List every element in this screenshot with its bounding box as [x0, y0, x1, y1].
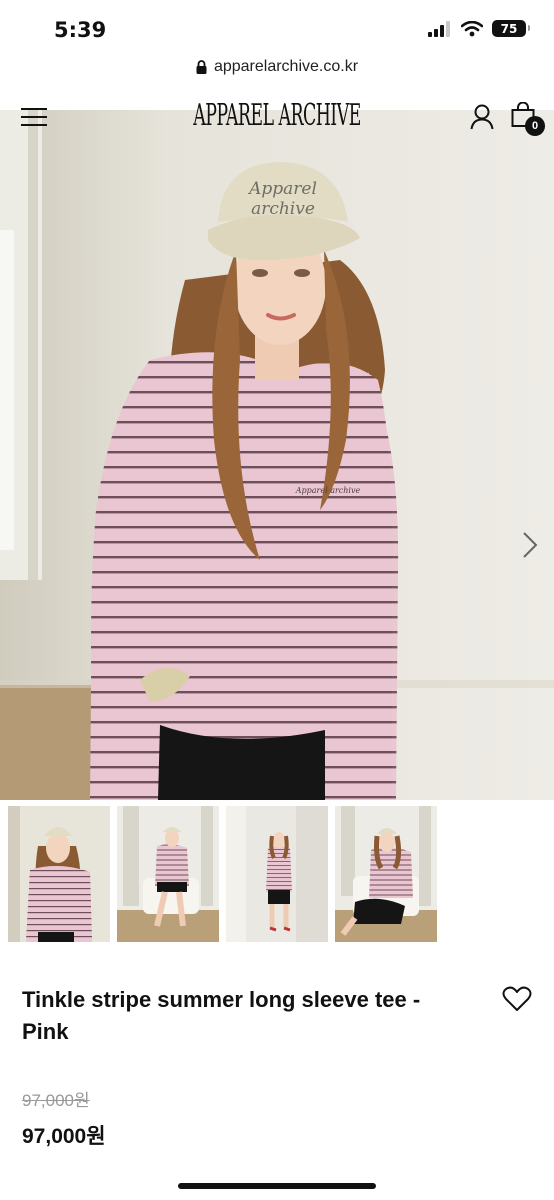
- product-title: Tinkle stripe summer long sleeve tee - P…: [22, 987, 421, 1044]
- wifi-icon: [461, 20, 483, 36]
- user-icon[interactable]: [470, 104, 494, 130]
- menu-icon[interactable]: [21, 108, 47, 128]
- address-bar[interactable]: apparelarchive.co.kr: [0, 52, 554, 82]
- cap-logo-line1: Apparel: [247, 179, 317, 199]
- original-price: 97,000원: [22, 1091, 90, 1110]
- status-bar: 5:39 75: [0, 0, 554, 50]
- cart-count-badge: 0: [525, 116, 545, 136]
- status-icons: 75: [428, 20, 530, 37]
- sale-price: 97,000원: [22, 1125, 106, 1148]
- thumbnail-2[interactable]: [117, 806, 219, 942]
- chevron-right-icon[interactable]: [518, 530, 540, 560]
- site-logo[interactable]: APPAREL ARCHIVE: [116, 98, 437, 133]
- product-main-image[interactable]: Apparel archive Apparel archive: [0, 110, 554, 800]
- shirt-logo: Apparel archive: [295, 486, 361, 495]
- product-page: 5:39 75 apparelarchive.co.kr Apparel arc…: [0, 0, 554, 1200]
- status-time: 5:39: [54, 18, 107, 42]
- thumbnail-1[interactable]: [8, 806, 110, 942]
- cap-logo-line2: archive: [251, 199, 315, 219]
- signal-icon: [428, 20, 450, 37]
- thumbnail-4[interactable]: [335, 806, 437, 942]
- home-indicator[interactable]: [178, 1183, 376, 1189]
- site-header: APPAREL ARCHIVE 0: [0, 90, 554, 146]
- battery-icon: 75: [492, 20, 530, 37]
- lock-icon: [196, 60, 207, 74]
- thumbnail-3[interactable]: [226, 806, 328, 942]
- heart-icon[interactable]: [502, 985, 532, 1013]
- thumbnail-gallery: [8, 806, 437, 942]
- url-text: apparelarchive.co.kr: [213, 58, 359, 75]
